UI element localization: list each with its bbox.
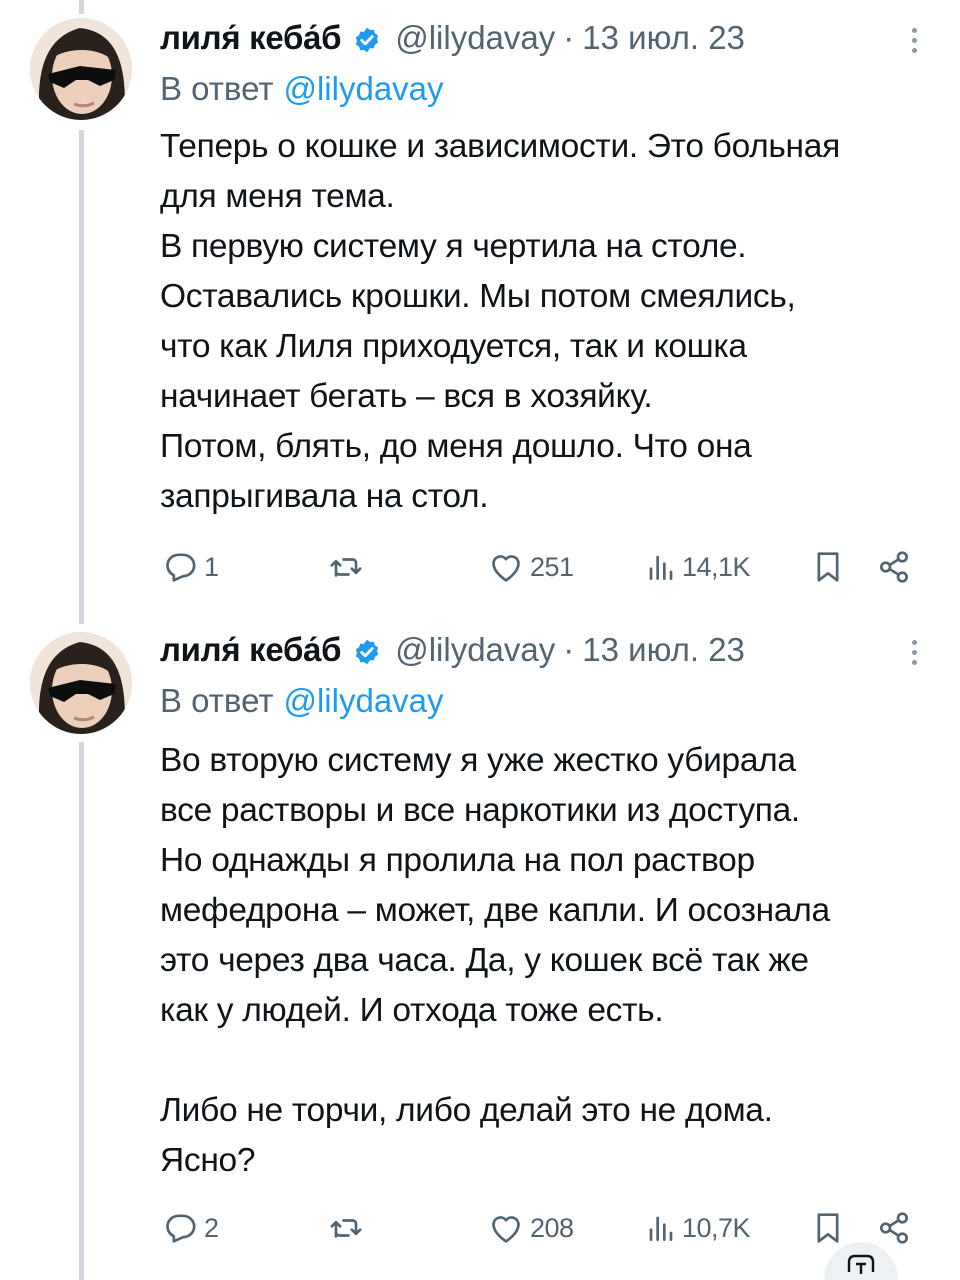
author-name[interactable]: лиля́ кеба́б [160, 19, 342, 57]
retweet-button[interactable] [326, 1206, 370, 1250]
reply-count: 2 [204, 1212, 219, 1243]
tweet-text: Во вторую систему я уже жестко убирала в… [160, 742, 830, 1179]
author-handle[interactable]: @lilydavay [395, 19, 555, 57]
compose-icon [847, 1254, 875, 1274]
tweet-actions: 2 208 10,7K [160, 1206, 920, 1250]
like-count: 251 [530, 551, 574, 582]
heart-icon [492, 1216, 520, 1243]
reply-context: В ответ @lilydavay [160, 70, 444, 108]
reply-mention-link[interactable]: @lilydavay [283, 70, 443, 107]
bookmark-icon [817, 552, 839, 582]
views-chart-icon [649, 555, 673, 580]
views-button[interactable]: 10,7K [644, 1206, 751, 1250]
reply-context: В ответ @lilydavay [160, 682, 444, 720]
like-button[interactable]: 208 [486, 1206, 574, 1250]
retweet-button[interactable] [326, 545, 370, 589]
avatar[interactable] [30, 18, 132, 120]
like-count: 208 [530, 1212, 574, 1243]
tweet-date[interactable]: 13 июл. 23 [582, 19, 745, 57]
like-button[interactable]: 251 [486, 545, 574, 589]
bookmark-icon [817, 1213, 839, 1243]
reply-count: 1 [204, 551, 219, 582]
tweet-date[interactable]: 13 июл. 23 [582, 631, 745, 669]
avatar-image [30, 18, 132, 120]
reply-icon [166, 553, 196, 582]
reply-mention-link[interactable]: @lilydavay [283, 682, 443, 719]
thread-view: лиля́ кеба́б @lilydavay · 13 июл. 23 В о… [0, 0, 960, 1280]
avatar-image [30, 632, 132, 734]
reply-label: В ответ [160, 682, 274, 719]
more-dots-icon[interactable] [904, 632, 924, 672]
reply-icon [166, 1214, 196, 1243]
author-handle[interactable]: @lilydavay [395, 631, 555, 669]
avatar[interactable] [30, 632, 132, 734]
share-icon [880, 1212, 908, 1244]
verified-badge-icon [353, 24, 381, 53]
heart-icon [492, 555, 520, 582]
author-name[interactable]: лиля́ кеба́б [160, 631, 342, 669]
more-dots-icon[interactable] [904, 20, 924, 60]
tweet-text: Теперь о кошке и зависимости. Это больна… [160, 128, 840, 515]
tweet[interactable]: лиля́ кеба́б @lilydavay · 13 июл. 23 В о… [0, 612, 960, 1280]
views-chart-icon [649, 1216, 673, 1241]
retweet-icon [330, 1219, 362, 1238]
share-icon [880, 551, 908, 583]
tweet-header: лиля́ кеба́б @lilydavay · 13 июл. 23 [160, 16, 745, 60]
views-count: 10,7K [682, 1212, 751, 1243]
retweet-icon [330, 558, 362, 577]
reply-button[interactable]: 2 [160, 1206, 219, 1250]
reply-button[interactable]: 1 [160, 545, 219, 589]
views-button[interactable]: 14,1K [644, 545, 751, 589]
reply-label: В ответ [160, 70, 274, 107]
separator: · [563, 631, 575, 668]
share-button[interactable] [874, 545, 914, 589]
tweet[interactable]: лиля́ кеба́б @lilydavay · 13 июл. 23 В о… [0, 0, 960, 600]
verified-badge-icon [353, 636, 381, 665]
bookmark-button[interactable] [808, 545, 848, 589]
views-count: 14,1K [682, 551, 751, 582]
tweet-actions: 1 251 14,1K [160, 545, 920, 589]
tweet-header: лиля́ кеба́б @lilydavay · 13 июл. 23 [160, 628, 745, 672]
separator: · [563, 19, 575, 56]
